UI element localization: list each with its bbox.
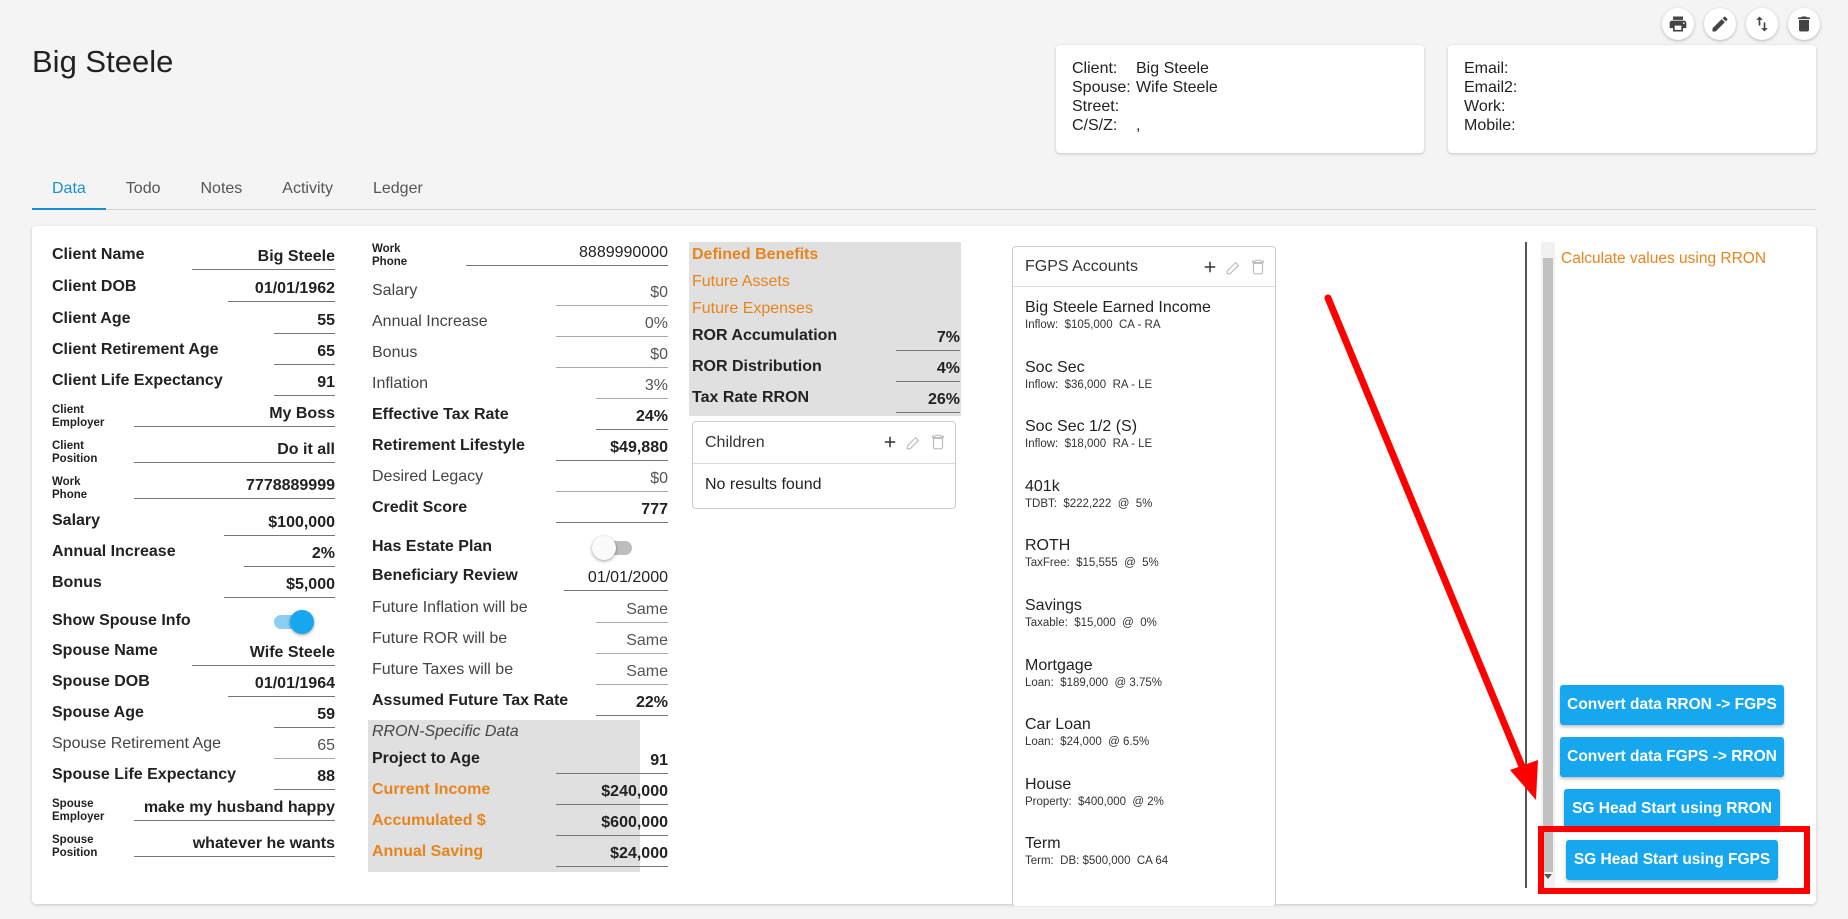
annotation-arrow-icon [1324, 294, 1538, 800]
